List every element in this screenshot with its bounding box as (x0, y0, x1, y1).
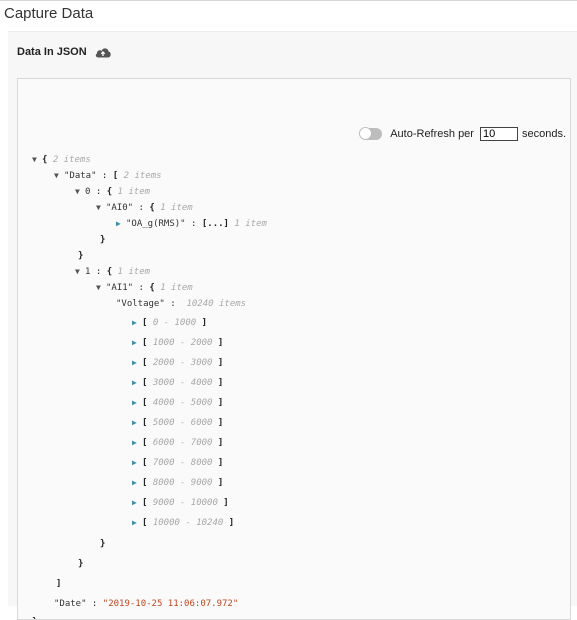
page-title: Capture Data (4, 5, 94, 22)
range-label: 4000 - 5000 (152, 398, 213, 408)
range-label: 8000 - 9000 (152, 478, 213, 488)
caret-right-icon[interactable]: ▶ (132, 376, 140, 390)
range-item[interactable]: ▶[ 8000 - 9000 ] (132, 476, 223, 490)
range-label: 0 - 1000 (152, 318, 197, 328)
caret-down-icon[interactable]: ▼ (96, 201, 104, 215)
range-item[interactable]: ▶[ 9000 - 10000 ] (132, 496, 229, 510)
node-meta: 1 item (117, 187, 151, 197)
tree-node-oa-rms[interactable]: ▶ "OA_g(RMS)" : [...] 1 item (116, 217, 267, 231)
range-label: 6000 - 7000 (152, 438, 213, 448)
tree-node-item-1[interactable]: ▼ 1 : { 1 item (75, 265, 150, 279)
refresh-interval-input[interactable] (479, 127, 518, 141)
close-brace: } (100, 539, 106, 549)
caret-right-icon[interactable]: ▶ (132, 356, 140, 370)
date-value: "2019-10-25 11:06:07.972" (102, 599, 239, 609)
range-label: 7000 - 8000 (152, 458, 213, 468)
range-item[interactable]: ▶[ 10000 - 10240 ] (132, 516, 234, 530)
json-viewer: Auto-Refresh per seconds. ▼{ 2 items ▼"D… (17, 78, 571, 620)
range-label: 2000 - 3000 (152, 358, 213, 368)
node-meta: 1 item (160, 283, 193, 293)
node-key: "OA_g(RMS)" (126, 219, 186, 229)
auto-refresh-label: Auto-Refresh per (390, 128, 474, 140)
tree-node-item-0[interactable]: ▼ 0 : { 1 item (75, 185, 150, 199)
tree-node-date: "Date" : "2019-10-25 11:06:07.972" (54, 599, 239, 609)
panel-header: Data In JSON (17, 45, 112, 59)
range-item[interactable]: ▶[ 7000 - 8000 ] (132, 456, 223, 470)
node-meta: 1 item (234, 219, 267, 229)
range-item[interactable]: ▶[ 5000 - 6000 ] (132, 416, 223, 430)
auto-refresh-row: Auto-Refresh per seconds. (359, 127, 566, 141)
cloud-upload-icon[interactable] (94, 45, 112, 59)
range-label: 9000 - 10000 (152, 498, 218, 508)
caret-right-icon[interactable]: ▶ (132, 456, 140, 470)
node-meta: 2 items (123, 171, 162, 181)
node-key: "Date" (54, 599, 87, 609)
toggle-knob (359, 127, 373, 140)
node-meta: 1 item (160, 203, 193, 213)
caret-right-icon[interactable]: ▶ (132, 396, 140, 410)
range-label: 3000 - 4000 (152, 378, 213, 388)
caret-right-icon[interactable]: ▶ (132, 496, 140, 510)
caret-down-icon[interactable]: ▼ (75, 265, 83, 279)
caret-down-icon[interactable]: ▼ (32, 153, 40, 167)
tree-node-data[interactable]: ▼ "Data" : [ 2 items (54, 169, 162, 183)
caret-right-icon[interactable]: ▶ (132, 316, 140, 330)
tree-node-root[interactable]: ▼{ 2 items (32, 153, 91, 167)
range-item[interactable]: ▶[ 4000 - 5000 ] (132, 396, 223, 410)
caret-right-icon[interactable]: ▶ (132, 436, 140, 450)
panel-header-label: Data In JSON (17, 46, 87, 58)
node-key: "Voltage" (116, 299, 165, 309)
caret-right-icon[interactable]: ▶ (132, 476, 140, 490)
node-key: "AI0" (106, 203, 134, 213)
caret-down-icon[interactable]: ▼ (75, 185, 83, 199)
tree-node-ai0[interactable]: ▼ "AI0" : { 1 item (96, 201, 193, 215)
close-brace: } (78, 559, 84, 569)
close-bracket: ] (56, 579, 62, 589)
range-item[interactable]: ▶[ 0 - 1000 ] (132, 316, 207, 330)
range-label: 5000 - 6000 (152, 418, 213, 428)
caret-right-icon[interactable]: ▶ (132, 416, 140, 430)
tree-node-ai1[interactable]: ▼ "AI1" : { 1 item (96, 281, 193, 295)
refresh-unit-label: seconds. (521, 128, 566, 140)
range-item[interactable]: ▶[ 6000 - 7000 ] (132, 436, 223, 450)
node-meta: 2 items (52, 155, 91, 165)
caret-down-icon[interactable]: ▼ (54, 169, 62, 183)
range-label: 10000 - 10240 (152, 518, 224, 528)
json-panel: Data In JSON Auto-Refresh per seconds. ▼… (8, 31, 577, 620)
range-item[interactable]: ▶[ 3000 - 4000 ] (132, 376, 223, 390)
close-brace: } (78, 251, 84, 261)
close-brace: } (100, 235, 106, 245)
node-meta: 1 item (117, 267, 151, 277)
node-key: "AI1" (106, 283, 134, 293)
caret-right-icon[interactable]: ▶ (132, 516, 140, 530)
top-divider (0, 0, 577, 1)
range-label: 1000 - 2000 (152, 338, 213, 348)
close-brace: } (32, 615, 37, 619)
node-meta: 10240 items (186, 299, 247, 309)
caret-right-icon[interactable]: ▶ (132, 336, 140, 350)
caret-down-icon[interactable]: ▼ (96, 281, 104, 295)
auto-refresh-toggle[interactable] (359, 127, 383, 140)
range-item[interactable]: ▶[ 2000 - 3000 ] (132, 356, 223, 370)
caret-right-icon[interactable]: ▶ (116, 217, 124, 231)
range-item[interactable]: ▶[ 1000 - 2000 ] (132, 336, 223, 350)
tree-node-voltage: "Voltage" : 10240 items (116, 299, 247, 309)
collapsed-array[interactable]: [...] (202, 219, 229, 229)
node-key: "Data" (64, 171, 97, 181)
